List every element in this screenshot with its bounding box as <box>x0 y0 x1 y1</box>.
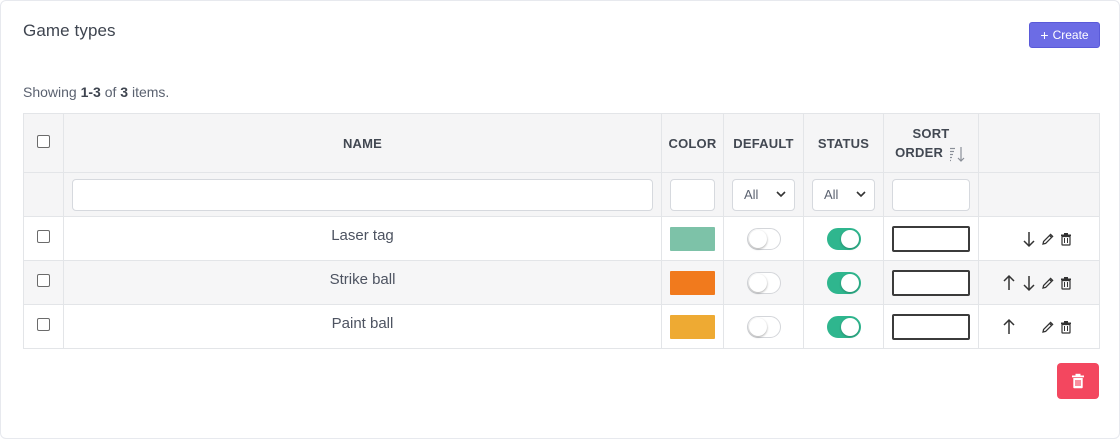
select-all-checkbox[interactable] <box>37 134 50 148</box>
summary-range: 1-3 <box>80 84 101 100</box>
column-header-color[interactable]: COLOR <box>661 113 724 173</box>
summary-total: 3 <box>120 84 129 100</box>
sort-order-filter-input[interactable] <box>892 178 970 211</box>
page-title: Game types <box>23 21 116 40</box>
game-types-table: NAME COLOR DEFAULT STATUS SORT ORDER All… <box>23 113 1100 349</box>
default-filter-select[interactable]: All <box>732 178 795 211</box>
bulk-delete-button[interactable] <box>1057 363 1099 399</box>
chevron-down-icon <box>776 191 786 198</box>
table-header-row: NAME COLOR DEFAULT STATUS SORT ORDER <box>23 113 1100 173</box>
trash-icon[interactable] <box>1059 232 1073 246</box>
column-header-status[interactable]: STATUS <box>803 113 884 173</box>
trash-icon[interactable] <box>1059 320 1073 334</box>
arrow-up-icon[interactable] <box>1001 274 1017 292</box>
default-toggle[interactable] <box>746 227 781 250</box>
arrow-down-icon[interactable] <box>1021 274 1037 292</box>
pagination-summary: Showing 1-3 of 3 items. <box>23 84 170 100</box>
name-filter-input[interactable] <box>72 178 653 211</box>
default-toggle[interactable] <box>746 271 781 294</box>
color-swatch <box>670 270 715 295</box>
status-filter-select[interactable]: All <box>812 178 875 211</box>
sort-order-input[interactable] <box>892 269 970 296</box>
column-header-name[interactable]: NAME <box>63 113 662 173</box>
row-name: Paint ball <box>63 304 662 349</box>
table-row: Strike ball <box>23 260 1100 305</box>
status-toggle[interactable] <box>826 271 861 294</box>
plus-icon: + <box>1040 27 1049 43</box>
select-all-cell <box>23 113 64 173</box>
pencil-icon[interactable] <box>1041 320 1055 334</box>
pencil-icon[interactable] <box>1041 232 1055 246</box>
row-name: Laser tag <box>63 216 662 261</box>
arrow-down-icon[interactable] <box>1021 230 1037 248</box>
table-row: Paint ball <box>23 304 1100 349</box>
row-name: Strike ball <box>63 260 662 305</box>
column-header-default[interactable]: DEFAULT <box>723 113 804 173</box>
game-types-card: Game types + Create Showing 1-3 of 3 ite… <box>0 0 1120 439</box>
sort-order-input[interactable] <box>892 225 970 252</box>
create-button[interactable]: + Create <box>1029 22 1100 48</box>
column-header-actions <box>978 113 1100 173</box>
create-button-label: Create <box>1052 28 1089 42</box>
row-checkbox[interactable] <box>37 274 50 288</box>
trash-icon[interactable] <box>1059 276 1073 290</box>
default-toggle[interactable] <box>746 315 781 338</box>
filter-row: All All <box>23 172 1100 217</box>
row-checkbox[interactable] <box>37 230 50 244</box>
row-checkbox[interactable] <box>37 318 50 332</box>
status-toggle[interactable] <box>826 315 861 338</box>
color-swatch <box>670 226 715 251</box>
color-filter-input[interactable] <box>670 178 715 211</box>
pencil-icon[interactable] <box>1041 276 1055 290</box>
sort-order-input[interactable] <box>892 313 970 340</box>
status-toggle[interactable] <box>826 227 861 250</box>
sort-descending-icon[interactable] <box>949 146 967 162</box>
chevron-down-icon <box>856 191 866 198</box>
arrow-up-icon[interactable] <box>1001 318 1017 336</box>
color-swatch <box>670 314 715 339</box>
table-row: Laser tag <box>23 216 1100 261</box>
column-header-sort-order[interactable]: SORT ORDER <box>883 113 979 173</box>
trash-icon <box>1072 373 1084 389</box>
